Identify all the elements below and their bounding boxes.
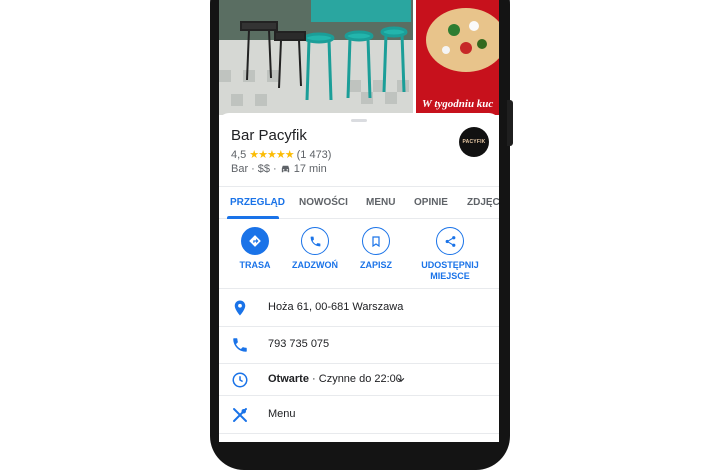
separator: · (251, 163, 255, 175)
maps-screen: W tygodniu kuc Bar Pacyfik PACYFIK 4,5 ★… (219, 0, 499, 442)
location-pin-icon (234, 300, 246, 316)
bookmark-icon (362, 227, 390, 255)
chevron-down-icon[interactable] (396, 375, 406, 385)
separator: · (273, 163, 277, 175)
star-rating-icon: ★★★★★ (249, 149, 294, 161)
review-count: (1 473) (296, 148, 332, 161)
photo-caption: W tygodniu kuc (422, 98, 494, 110)
price-level: $$ (257, 163, 271, 175)
share-icon (436, 227, 464, 255)
share-label: UDOSTĘPNIJ MIEJSCE (410, 260, 490, 282)
meta-row: Bar · $$ · 17 min (231, 163, 327, 175)
place-category: Bar (231, 163, 249, 175)
share-label-line2: MIEJSCE (430, 271, 470, 281)
phone-side-button (507, 100, 513, 146)
tab-menu[interactable]: MENU (366, 197, 395, 208)
address-text: Hoża 61, 00-681 Warszawa (268, 301, 404, 313)
logo-text: PACYFIK (462, 139, 486, 145)
hours-row[interactable]: Otwarte · Czynne do 22:00 (219, 364, 499, 396)
drive-time: 17 min (293, 163, 327, 175)
tab-overview[interactable]: PRZEGLĄD (230, 197, 285, 208)
sheet-drag-handle[interactable] (351, 119, 367, 122)
tab-active-indicator (227, 216, 279, 219)
tab-updates[interactable]: NOWOŚCI (299, 197, 348, 208)
place-sheet: Bar Pacyfik PACYFIK 4,5 ★★★★★ (1 473) Ba… (219, 113, 499, 442)
phone-icon (301, 227, 329, 255)
directions-icon (241, 227, 269, 255)
rating-value: 4,5 (231, 148, 247, 161)
menu-row[interactable]: Menu (219, 397, 499, 434)
phone-number: 793 735 075 (268, 338, 330, 350)
photo-food[interactable]: W tygodniu kuc (416, 0, 499, 115)
save-label: ZAPISZ (359, 260, 392, 270)
clock-icon (232, 372, 248, 388)
photo-carousel[interactable]: W tygodniu kuc (219, 0, 499, 115)
rating-row[interactable]: 4,5 ★★★★★ (1 473) (231, 148, 332, 162)
place-title: Bar Pacyfik (231, 127, 307, 144)
restaurant-icon (233, 408, 247, 422)
phone-icon (233, 338, 247, 352)
photo-interior[interactable] (219, 0, 413, 115)
address-row[interactable]: Hoża 61, 00-681 Warszawa (219, 290, 499, 327)
action-buttons: TRASA ZADZWOŃ ZAPISZ UDOSTĘPNIJ MIEJSCE (219, 227, 499, 289)
tab-reviews[interactable]: OPINIE (414, 197, 448, 208)
share-label-line1: UDOSTĘPNIJ (421, 260, 479, 270)
tab-bar: PRZEGLĄD NOWOŚCI MENU OPINIE ZDJĘCI (219, 186, 499, 219)
tab-photos[interactable]: ZDJĘCI (467, 197, 499, 208)
share-button[interactable]: UDOSTĘPNIJ MIEJSCE (410, 227, 490, 282)
hours-status: Otwarte (268, 373, 309, 385)
phone-row[interactable]: 793 735 075 (219, 327, 499, 364)
save-button[interactable]: ZAPISZ (336, 227, 416, 271)
menu-link: Menu (268, 408, 296, 420)
hours-detail: · Czynne do 22:00 (308, 373, 402, 385)
hours-text: Otwarte · Czynne do 22:00 (268, 373, 402, 385)
car-icon (281, 165, 289, 173)
place-logo[interactable]: PACYFIK (459, 127, 489, 157)
